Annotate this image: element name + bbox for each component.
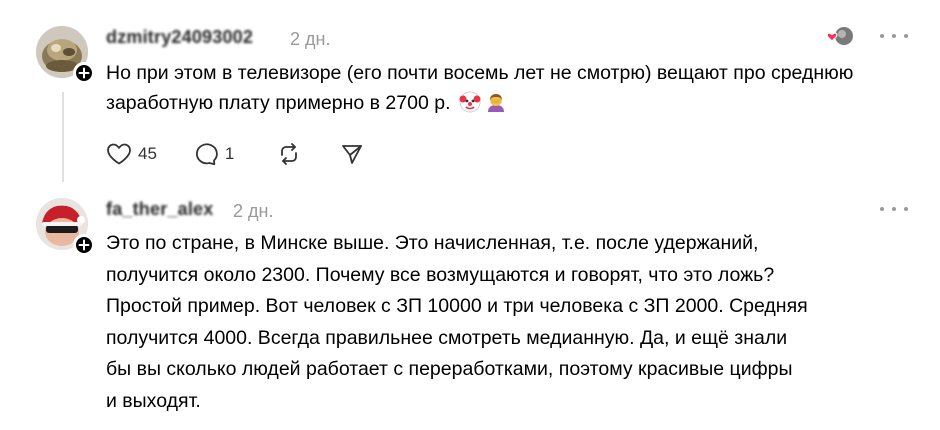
comment-1: dzmitry24093002 2 дн. Но при этом в теле… <box>0 0 940 185</box>
comment-bubble-icon <box>195 143 218 166</box>
username[interactable]: dzmitry24093002 <box>106 27 253 48</box>
comment-2: fa_ther_alex 2 дн. Это по стране, в Минс… <box>0 185 940 430</box>
more-options-icon[interactable] <box>880 201 908 217</box>
thread-line <box>62 92 64 182</box>
repost-button[interactable] <box>276 141 302 167</box>
comment-line: и выходят. <box>106 389 201 412</box>
reply-button[interactable]: 1 <box>193 142 234 166</box>
share-button[interactable] <box>340 142 364 166</box>
heart-icon <box>107 143 131 165</box>
comment-line: Это по стране, в Минске выше. Это начисл… <box>106 232 759 254</box>
person-facepalming-icon <box>485 91 507 113</box>
follow-plus-icon[interactable] <box>73 62 95 84</box>
clown-face-icon <box>459 91 481 113</box>
more-options-icon[interactable] <box>880 28 908 44</box>
comment-text: Но при этом в телевизоре (его почти восе… <box>106 58 906 118</box>
avatar-wrap <box>36 26 95 84</box>
comment-line: Простой пример. Вот человек с ЗП 10000 и… <box>106 295 808 317</box>
comment-actions: 45 1 <box>106 140 364 168</box>
comment-text: Это по стране, в Минске выше. Это начисл… <box>106 228 906 417</box>
reply-count: 1 <box>224 144 235 163</box>
username[interactable]: fa_ther_alex <box>106 199 213 220</box>
like-button[interactable]: 45 <box>106 142 157 166</box>
avatar-wrap <box>36 198 95 256</box>
follow-plus-icon[interactable] <box>73 234 95 256</box>
liked-by-author-indicator <box>824 26 856 48</box>
timestamp: 2 дн. <box>233 201 274 221</box>
repost-icon <box>281 143 298 165</box>
timestamp: 2 дн. <box>290 29 331 49</box>
comment-line: бы вы сколько людей работает с переработ… <box>106 358 793 380</box>
comment-line: получится около 2300. Почему все возмуща… <box>106 263 775 286</box>
send-icon <box>342 145 363 164</box>
like-count: 45 <box>138 144 157 163</box>
comment-line: получится 4000. Всегда правильнее смотре… <box>106 326 788 349</box>
